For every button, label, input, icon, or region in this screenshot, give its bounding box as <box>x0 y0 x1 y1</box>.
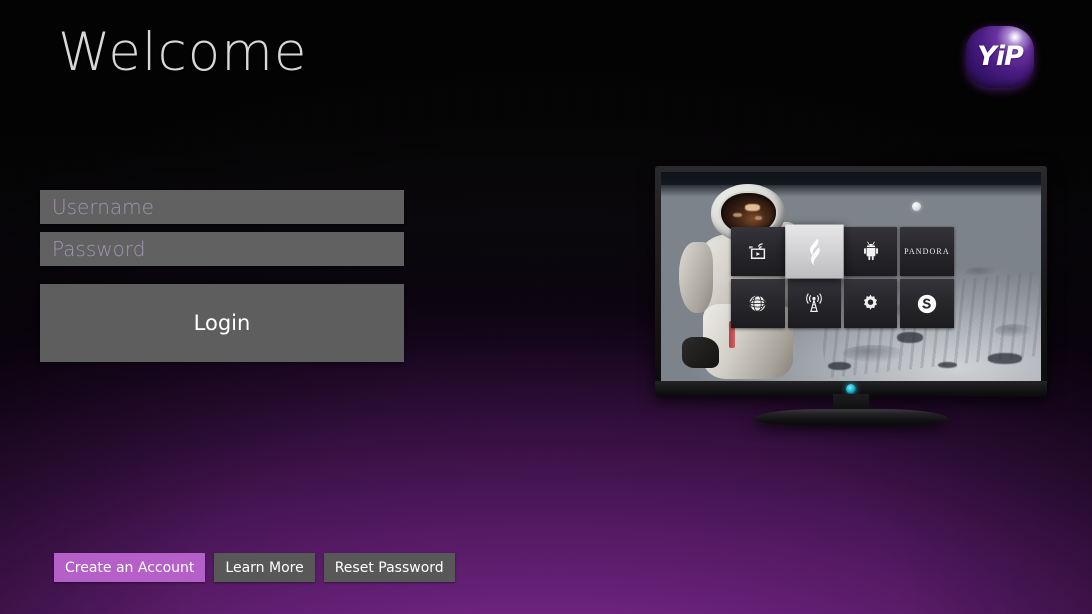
learn-more-button[interactable]: Learn More <box>214 553 315 582</box>
yip-logo: YiP <box>966 26 1034 88</box>
tile-browser[interactable] <box>731 278 785 329</box>
login-button[interactable]: Login <box>40 284 404 362</box>
tile-skype[interactable] <box>900 278 954 329</box>
login-form: Login <box>40 190 404 362</box>
astronaut-boot <box>681 337 719 369</box>
pandora-icon: PANDORA <box>904 246 950 256</box>
tile-flame-app[interactable] <box>784 224 844 279</box>
app-root: Welcome YiP Login Create an Account Lear… <box>0 0 1092 614</box>
power-led-icon <box>846 384 856 394</box>
tv-screen: PANDORA <box>661 172 1041 383</box>
moon-rock <box>896 332 924 343</box>
tv-stand-base <box>753 409 949 426</box>
username-input[interactable] <box>40 190 404 224</box>
reset-password-button[interactable]: Reset Password <box>323 553 455 582</box>
tile-broadcast[interactable] <box>787 278 841 329</box>
visor-glint <box>733 212 743 217</box>
flame-logo-icon <box>803 237 825 266</box>
page-title: Welcome <box>58 22 308 83</box>
tv-body: PANDORA <box>655 166 1047 397</box>
tile-media-cast[interactable] <box>731 226 785 276</box>
tile-settings[interactable] <box>843 278 898 329</box>
secondary-actions: Create an Account Learn More Reset Passw… <box>54 553 455 582</box>
earth-dot-icon <box>911 201 921 211</box>
yip-logo-text: YiP <box>977 40 1024 72</box>
password-input[interactable] <box>40 232 404 266</box>
skype-icon <box>916 293 938 315</box>
media-cast-icon <box>747 241 769 261</box>
tv-preview: PANDORA <box>655 166 1047 428</box>
visor-glint <box>755 215 762 220</box>
astronaut-arm <box>678 242 714 313</box>
moon-rock <box>987 353 1022 364</box>
visor-glint <box>745 204 760 211</box>
tile-android[interactable] <box>843 226 898 276</box>
app-tile-grid: PANDORA <box>731 224 954 329</box>
android-icon <box>860 240 882 262</box>
broadcast-tower-icon <box>803 292 825 315</box>
crater <box>843 345 905 362</box>
create-account-button[interactable]: Create an Account <box>54 553 206 582</box>
tile-pandora[interactable]: PANDORA <box>900 226 954 276</box>
gear-icon <box>860 293 881 314</box>
globe-icon <box>747 293 768 314</box>
crater <box>995 323 1034 337</box>
